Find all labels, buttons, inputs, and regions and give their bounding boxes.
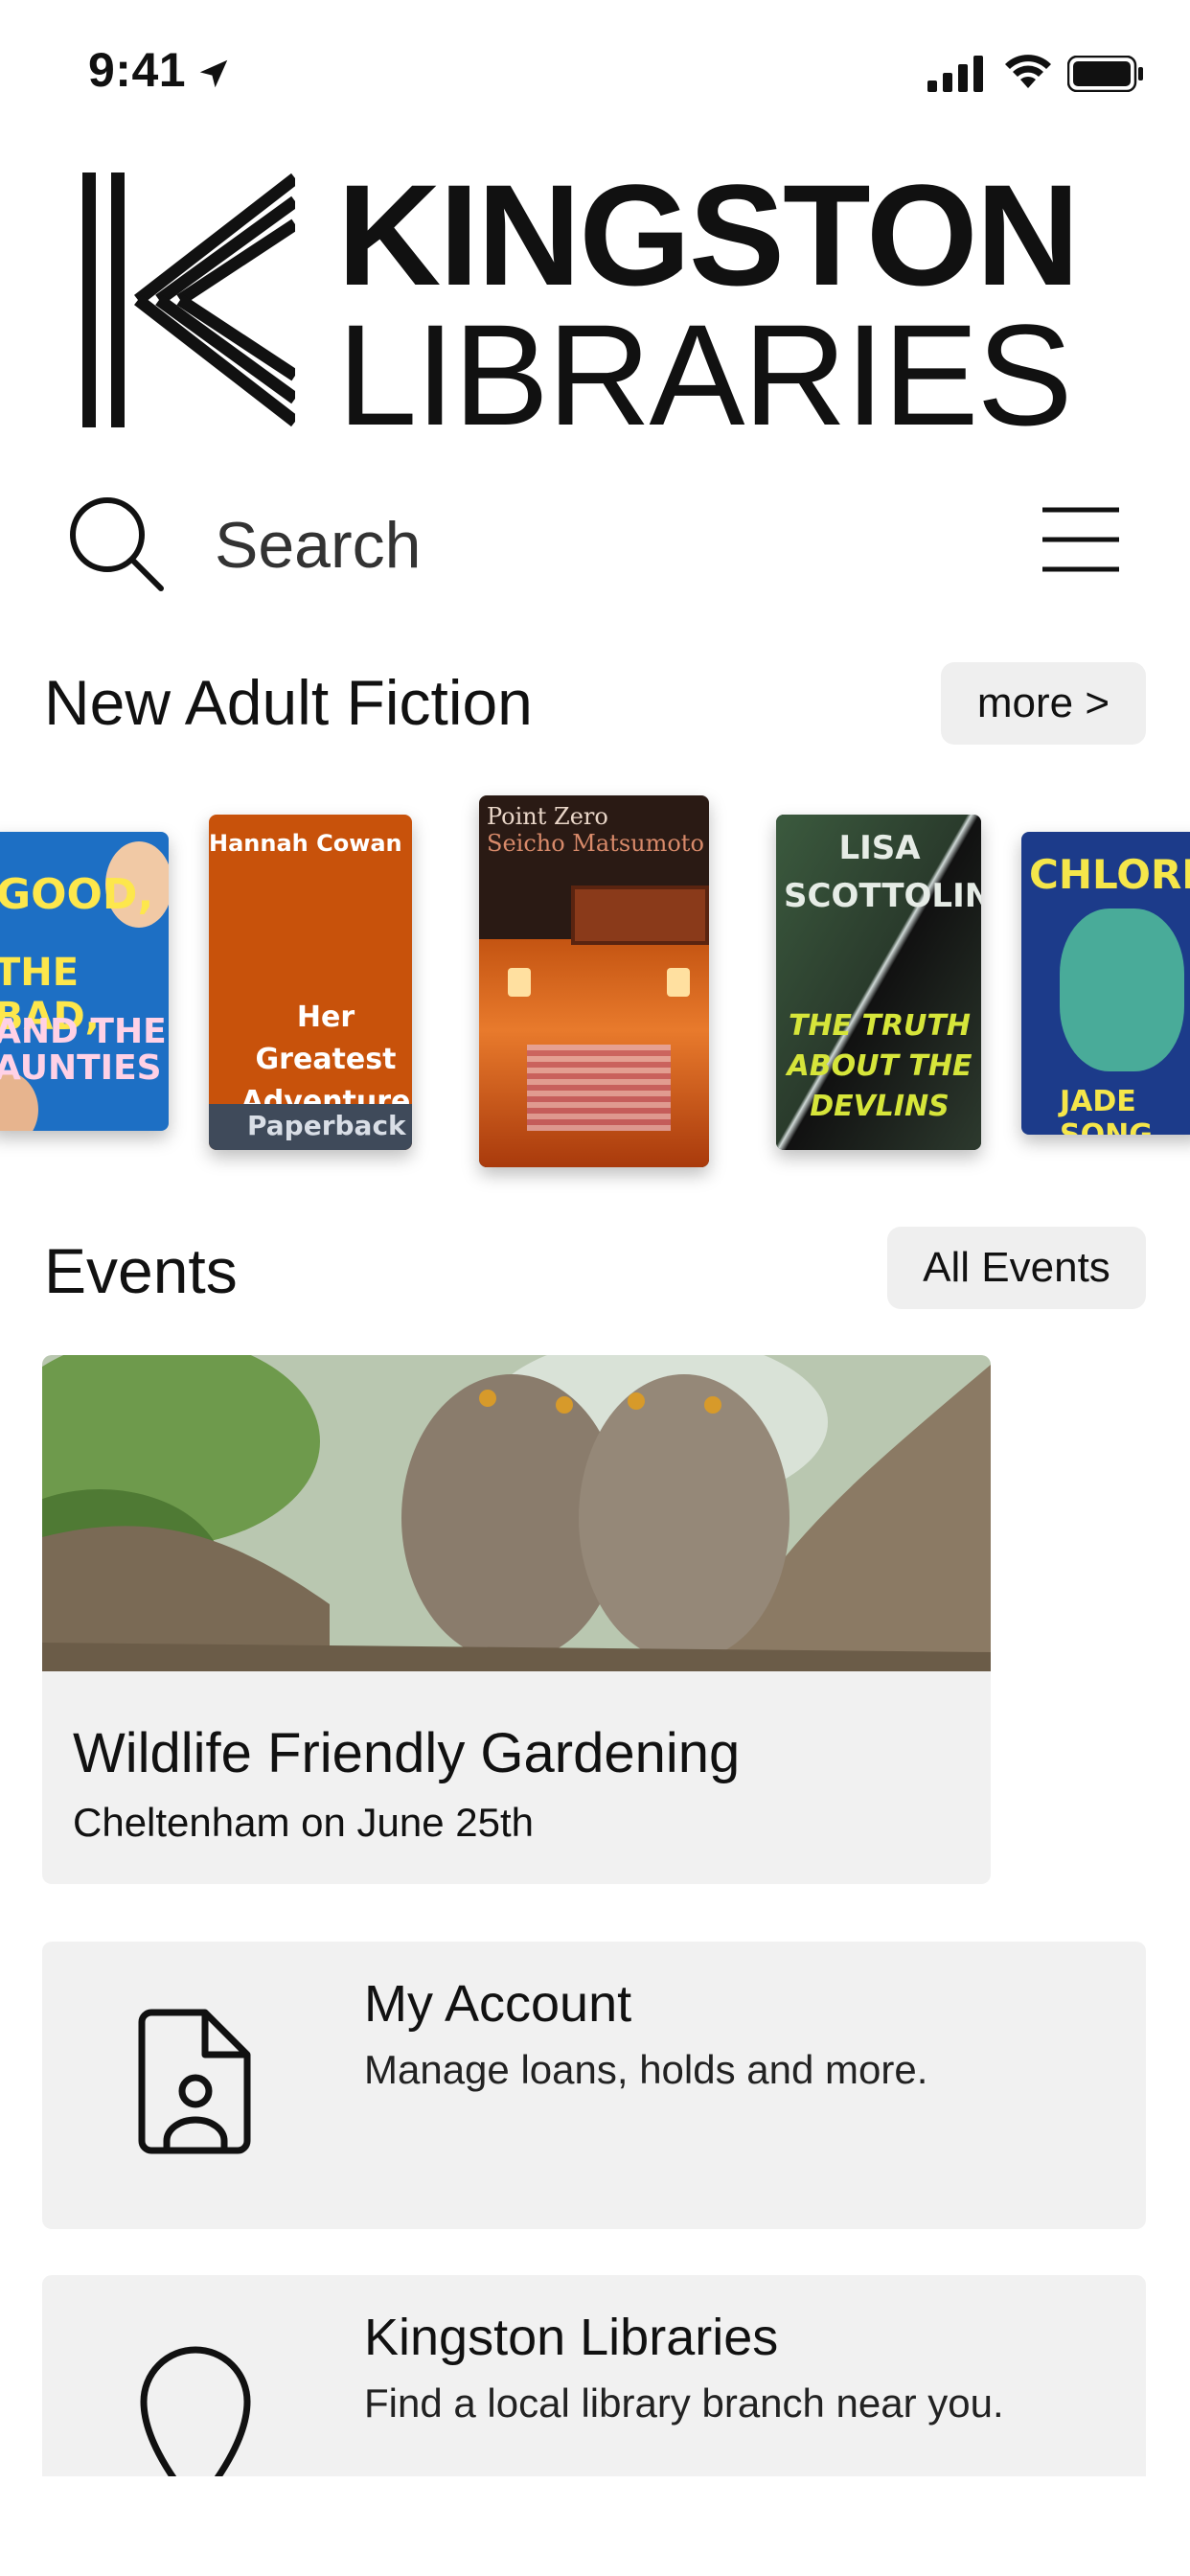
- book-cover-good-bad-aunties[interactable]: GOOD, THE BAD, AND THE AUNTIES: [0, 832, 169, 1131]
- book-cover-point-zero[interactable]: Point Zero Seicho Matsumoto: [479, 795, 709, 1167]
- cellular-signal-icon: [927, 56, 983, 92]
- search-input[interactable]: Search: [215, 508, 421, 583]
- section-title-events: Events: [44, 1235, 238, 1306]
- book-cover-truth-about-the-devlins[interactable]: LISA SCOTTOLINE THE TRUTH ABOUT THE DEVL…: [776, 815, 981, 1150]
- my-account-title: My Account: [364, 1975, 632, 2033]
- logo-wordmark-line1: KINGSTON: [337, 154, 1080, 315]
- book-cover-chlorine[interactable]: CHLORINE JADE SONG: [1021, 832, 1190, 1135]
- kingston-libraries-subtitle: Find a local library branch near you.: [364, 2380, 1004, 2426]
- wifi-icon: [1005, 55, 1051, 88]
- event-title: Wildlife Friendly Gardening: [73, 1722, 741, 1784]
- book-author: Hannah Cowan: [209, 830, 402, 857]
- book-title: THE TRUTH ABOUT THE DEVLINS: [787, 1009, 973, 1123]
- hamburger-menu-icon[interactable]: [1041, 506, 1121, 573]
- book-cover-text: AND THE AUNTIES: [0, 1012, 167, 1088]
- event-subtitle: Cheltenham on June 25th: [73, 1800, 535, 1845]
- book-author: LISA SCOTTOLINE: [784, 829, 981, 915]
- book-cover-her-greatest-adventure[interactable]: Hannah Cowan Her Greatest Adventure Pape…: [209, 815, 412, 1150]
- section-title-new-adult-fiction: New Adult Fiction: [44, 667, 533, 738]
- book-title: Point Zero: [487, 803, 608, 830]
- book-author: JADE SONG: [1060, 1085, 1153, 1135]
- kingston-libraries-title: Kingston Libraries: [364, 2309, 779, 2366]
- location-arrow-icon: [199, 59, 228, 88]
- search-icon[interactable]: [67, 494, 167, 594]
- bottom-cutoff: [0, 2476, 1190, 2576]
- book-title: CHLORINE: [1029, 851, 1190, 898]
- book-format-badge: Paperback: [247, 1110, 406, 1141]
- book-cover-text: GOOD,: [0, 870, 154, 919]
- battery-icon: [1067, 56, 1143, 92]
- my-account-subtitle: Manage loans, holds and more.: [364, 2047, 928, 2092]
- event-image-owls: [42, 1355, 991, 1671]
- kingston-logo-icon: [82, 172, 295, 427]
- status-time: 9:41: [88, 43, 187, 97]
- logo-wordmark-line2: LIBRARIES: [337, 294, 1073, 455]
- my-account-card[interactable]: My Account Manage loans, holds and more.: [42, 1942, 1146, 2229]
- more-fiction-button[interactable]: more >: [941, 662, 1146, 745]
- book-author: Seicho Matsumoto: [487, 830, 704, 857]
- account-document-icon: [138, 2009, 251, 2154]
- all-events-button[interactable]: All Events: [887, 1227, 1146, 1309]
- event-card[interactable]: Wildlife Friendly Gardening Cheltenham o…: [42, 1355, 991, 1884]
